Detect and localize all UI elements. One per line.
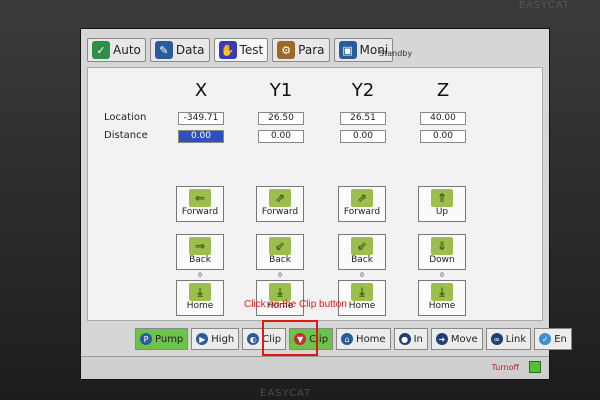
footer-bar: Turnoff	[81, 356, 549, 379]
link-button[interactable]: ∞ Link	[485, 328, 532, 350]
button-label: Home	[186, 301, 214, 311]
tab-label: Para	[298, 43, 325, 57]
button-label: Forward	[343, 207, 381, 217]
tab-test[interactable]: ✋ Test	[213, 38, 269, 62]
toolbar-label: Home	[356, 333, 386, 345]
axis-header-x: X	[194, 80, 208, 101]
arrow-down-icon: ⇓	[431, 237, 453, 255]
arrow-up-icon: ⇑	[431, 189, 453, 207]
gear-icon: ⚙	[277, 41, 296, 59]
button-label: Home	[428, 301, 456, 311]
enable-icon: ✓	[539, 333, 552, 345]
tab-label: Auto	[113, 43, 141, 57]
edit-icon: ✎	[154, 41, 173, 59]
button-label: Back	[189, 255, 211, 265]
toolbar-label: Link	[505, 333, 527, 345]
toolbar-label: In	[413, 333, 423, 345]
distance-y1-input[interactable]: 0.00	[258, 130, 304, 143]
tick-z: 0	[440, 272, 444, 279]
x-home-button[interactable]: ⤓ Home	[176, 280, 224, 316]
button-label: Home	[348, 301, 376, 311]
location-z-field: 40.00	[420, 112, 466, 125]
location-y1-field: 26.50	[258, 112, 304, 125]
power-led-icon[interactable]	[529, 361, 541, 373]
tab-bar: ✓ Auto ✎ Data ✋ Test ⚙ Para ▣ Moni	[87, 37, 394, 63]
y1-back-button[interactable]: ⇙ Back	[256, 234, 304, 270]
in-button[interactable]: ● In	[393, 328, 428, 350]
z-home-button[interactable]: ⤓ Home	[418, 280, 466, 316]
toolbar-label: Move	[450, 333, 478, 345]
distance-z-input[interactable]: 0.00	[420, 130, 466, 143]
link-icon: ∞	[490, 333, 503, 345]
button-label: Forward	[181, 207, 219, 217]
speed-icon: ▶	[196, 333, 209, 345]
axis-header-y2: Y2	[351, 80, 375, 101]
instruction-caption: Click on the Clip button	[244, 299, 347, 310]
test-panel: X Y1 Y2 Z Location Distance -349.71 26.5…	[87, 67, 543, 321]
button-label: Up	[435, 207, 449, 217]
arrow-down-left-icon: ⇙	[351, 237, 373, 255]
en-button[interactable]: ✓ En	[534, 328, 572, 350]
arrow-left-icon: ⇐	[189, 189, 211, 207]
turnoff-label: Turnoff	[491, 363, 519, 372]
y1-forward-button[interactable]: ⇗ Forward	[256, 186, 304, 222]
location-y2-field: 26.51	[340, 112, 386, 125]
button-label: Forward	[261, 207, 299, 217]
home-down-icon: ⤓	[189, 283, 211, 301]
y1-home-button[interactable]: ⤓ Home	[256, 280, 304, 316]
check-circle-icon: ✓	[92, 41, 110, 59]
pump-icon: P	[140, 333, 152, 345]
toolbar-label: Pump	[155, 333, 184, 345]
tab-label: Test	[239, 43, 264, 57]
toolbar-label: En	[554, 333, 567, 345]
hand-icon: ✋	[218, 41, 237, 59]
tick-y1: 0	[278, 272, 282, 279]
brand-bottom: EASYCAT	[260, 388, 312, 399]
arrow-right-icon: ⇒	[189, 237, 211, 255]
z-down-button[interactable]: ⇓ Down	[418, 234, 466, 270]
axis-header-y1: Y1	[269, 80, 293, 101]
brand-top: EASYCAT	[518, 0, 570, 11]
in-icon: ●	[398, 333, 411, 345]
monitor-icon: ▣	[338, 41, 357, 59]
distance-label: Distance	[104, 130, 148, 141]
high-button[interactable]: ▶ High	[191, 328, 240, 350]
status-text: Standby	[379, 49, 413, 58]
arrow-up-right-icon: ⇗	[269, 189, 291, 207]
x-forward-button[interactable]: ⇐ Forward	[176, 186, 224, 222]
distance-x-input[interactable]: 0.00	[178, 130, 224, 143]
location-label: Location	[104, 112, 147, 123]
home-down-icon: ⤓	[351, 283, 373, 301]
clip-highlight-box	[262, 320, 318, 356]
clip-icon: ◐	[247, 333, 260, 345]
toolbar-label: High	[211, 333, 235, 345]
button-label: Down	[429, 255, 455, 265]
home-down-icon: ⤓	[431, 283, 453, 301]
tick-y2: 0	[360, 272, 364, 279]
y2-home-button[interactable]: ⤓ Home	[338, 280, 386, 316]
move-button[interactable]: ➜ Move	[430, 328, 483, 350]
x-back-button[interactable]: ⇒ Back	[176, 234, 224, 270]
arrow-down-left-icon: ⇙	[269, 237, 291, 255]
tick-x: 0	[198, 272, 202, 279]
distance-y2-input[interactable]: 0.00	[340, 130, 386, 143]
tab-auto[interactable]: ✓ Auto	[87, 38, 146, 62]
tab-label: Data	[175, 43, 205, 57]
home-button[interactable]: ⌂ Home	[336, 328, 391, 350]
home-icon: ⌂	[341, 333, 354, 345]
button-label: Back	[269, 255, 291, 265]
pump-button[interactable]: P Pump	[135, 328, 189, 350]
z-up-button[interactable]: ⇑ Up	[418, 186, 466, 222]
y2-back-button[interactable]: ⇙ Back	[338, 234, 386, 270]
y2-forward-button[interactable]: ⇗ Forward	[338, 186, 386, 222]
axis-header-z: Z	[436, 80, 450, 101]
arrow-up-right-icon: ⇗	[351, 189, 373, 207]
move-icon: ➜	[435, 333, 448, 345]
location-x-field: -349.71	[178, 112, 224, 125]
button-label: Back	[351, 255, 373, 265]
tab-para[interactable]: ⚙ Para	[272, 38, 330, 62]
tab-data[interactable]: ✎ Data	[149, 38, 210, 62]
